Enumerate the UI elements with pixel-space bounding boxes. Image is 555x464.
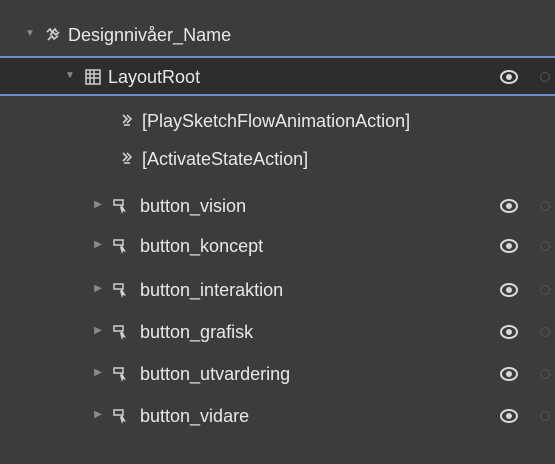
tree-row-label: LayoutRoot xyxy=(108,67,201,87)
lock-toggle-icon[interactable] xyxy=(540,411,550,421)
objects-timeline-tree: ▼ Designnivåer_Name ▼ LayoutRoot [PlaySk… xyxy=(0,0,555,464)
grid-panel-icon xyxy=(85,69,101,85)
collapse-arrow-icon[interactable]: ▶ xyxy=(92,239,104,251)
visibility-eye-icon[interactable] xyxy=(500,367,518,381)
visibility-eye-icon[interactable] xyxy=(500,409,518,423)
visibility-eye-icon[interactable] xyxy=(500,325,518,339)
visibility-eye-icon[interactable] xyxy=(500,70,518,84)
tree-row-label: [ActivateStateAction] xyxy=(142,149,309,169)
tree-row-label: button_interaktion xyxy=(140,280,284,300)
visibility-eye-icon[interactable] xyxy=(500,283,518,297)
tree-row-button-koncept[interactable]: ▶ button_koncept xyxy=(0,227,555,265)
button-control-icon xyxy=(113,409,126,424)
button-control-icon xyxy=(113,325,126,340)
tree-row-label: Designnivåer_Name xyxy=(68,25,232,45)
collapse-arrow-icon[interactable]: ▶ xyxy=(92,199,104,211)
collapse-arrow-icon[interactable]: ▶ xyxy=(92,325,104,337)
tree-row-button-interaktion[interactable]: ▶ button_interaktion xyxy=(0,271,555,309)
collapse-arrow-icon[interactable]: ▶ xyxy=(92,367,104,379)
lock-toggle-icon[interactable] xyxy=(540,285,550,295)
tree-row-button-vidare[interactable]: ▶ button_vidare xyxy=(0,397,555,435)
button-control-icon xyxy=(113,283,126,298)
tree-row-label: button_vision xyxy=(140,196,247,216)
tree-row-button-grafisk[interactable]: ▶ button_grafisk xyxy=(0,313,555,351)
tree-row-label: button_koncept xyxy=(140,236,264,256)
behavior-action-icon xyxy=(122,152,133,164)
tree-row-label: button_vidare xyxy=(140,406,250,426)
collapse-arrow-icon[interactable]: ▶ xyxy=(92,409,104,421)
visibility-eye-icon[interactable] xyxy=(500,199,518,213)
lock-toggle-icon[interactable] xyxy=(540,72,550,82)
behavior-action-icon xyxy=(122,114,133,126)
lock-toggle-icon[interactable] xyxy=(540,241,550,251)
tree-row-button-utvardering[interactable]: ▶ button_utvardering xyxy=(0,355,555,393)
tree-row-designnivaer-name[interactable]: ▼ Designnivåer_Name xyxy=(0,16,555,54)
tree-row-label: button_utvardering xyxy=(140,364,291,384)
tree-row-action-playsketchflow[interactable]: [PlaySketchFlowAnimationAction] xyxy=(0,102,555,140)
expand-arrow-icon[interactable]: ▼ xyxy=(64,70,76,82)
button-control-icon xyxy=(113,239,126,254)
button-control-icon xyxy=(113,199,126,214)
tree-row-label: button_grafisk xyxy=(140,322,254,342)
lock-toggle-icon[interactable] xyxy=(540,201,550,211)
tree-row-layoutroot[interactable]: ▼ LayoutRoot xyxy=(0,56,555,96)
button-control-icon xyxy=(113,367,126,382)
visibility-eye-icon[interactable] xyxy=(500,239,518,253)
lock-toggle-icon[interactable] xyxy=(540,327,550,337)
tree-row-action-activatestate[interactable]: [ActivateStateAction] xyxy=(0,140,555,178)
collapse-arrow-icon[interactable]: ▶ xyxy=(92,283,104,295)
tree-row-label: [PlaySketchFlowAnimationAction] xyxy=(142,111,411,131)
expand-arrow-icon[interactable]: ▼ xyxy=(24,28,36,40)
component-icon xyxy=(46,27,60,41)
lock-toggle-icon[interactable] xyxy=(540,369,550,379)
tree-row-button-vision[interactable]: ▶ button_vision xyxy=(0,187,555,225)
